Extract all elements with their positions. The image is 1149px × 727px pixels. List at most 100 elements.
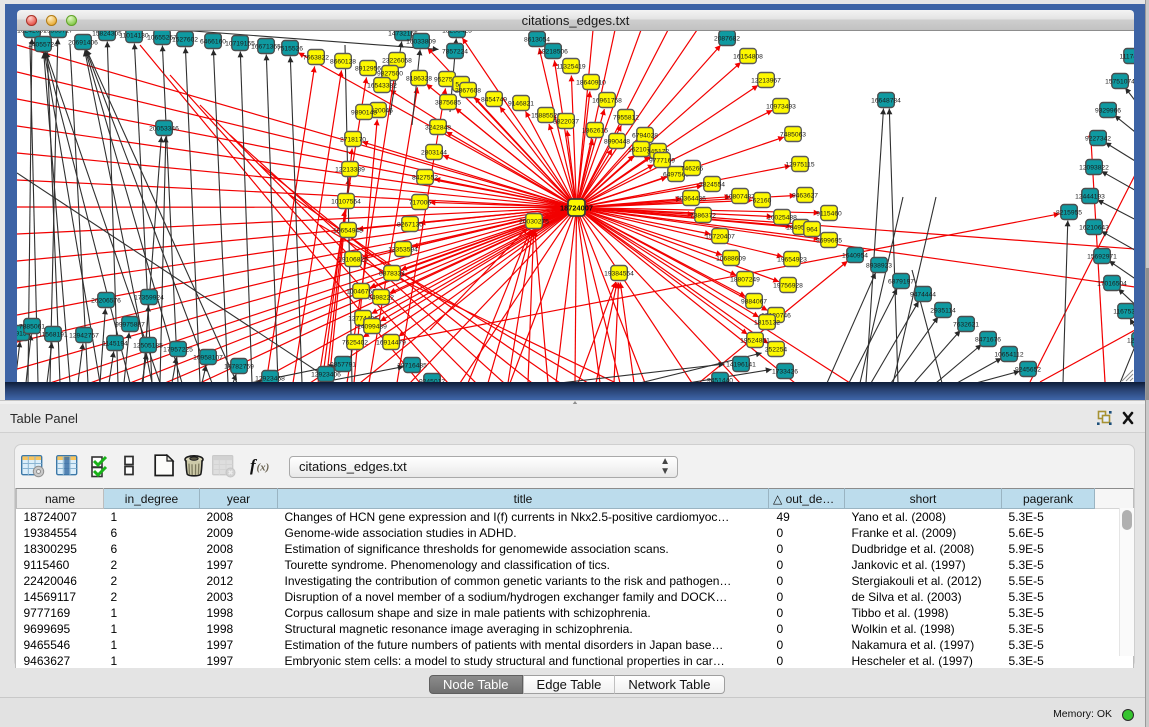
svg-text:1640954: 1640954	[842, 252, 868, 259]
svg-text:11014130: 11014130	[119, 32, 149, 39]
svg-text:17016504: 17016504	[1097, 280, 1127, 287]
svg-text:20053346: 20053346	[149, 125, 179, 132]
svg-text:12213967: 12213967	[751, 77, 781, 84]
svg-text:14099489: 14099489	[357, 323, 387, 330]
svg-text:9245652: 9245652	[1015, 366, 1041, 373]
svg-text:2087682: 2087682	[714, 35, 740, 42]
svg-text:1527602: 1527602	[172, 36, 198, 43]
svg-text:9245012: 9245012	[419, 378, 445, 382]
svg-text:1167533: 1167533	[1113, 308, 1134, 315]
svg-text:1117404: 1117404	[1119, 53, 1134, 60]
svg-text:7632621: 7632621	[953, 321, 979, 328]
svg-text:1292346: 1292346	[1127, 337, 1134, 344]
svg-text:19565717: 19565717	[43, 31, 73, 34]
svg-text:2867608: 2867608	[455, 87, 481, 94]
svg-text:20030275: 20030275	[519, 218, 549, 225]
svg-text:1145194: 1145194	[102, 340, 128, 347]
svg-text:252254: 252254	[765, 346, 788, 353]
svg-text:7885061: 7885061	[19, 323, 45, 330]
svg-text:20364436: 20364436	[676, 195, 706, 202]
svg-text:10688609: 10688609	[716, 255, 746, 262]
svg-text:9329966: 9329966	[1095, 107, 1121, 114]
svg-text:8215955: 8215955	[1056, 209, 1082, 216]
svg-text:1733426: 1733426	[772, 368, 798, 375]
svg-text:3498222: 3498222	[368, 294, 394, 301]
svg-text:18724007: 18724007	[560, 203, 593, 212]
svg-text:16961758: 16961758	[592, 97, 622, 104]
svg-text:16033809: 16033809	[406, 38, 436, 45]
svg-text:11325419: 11325419	[556, 63, 586, 70]
svg-text:9777169: 9777169	[649, 157, 675, 164]
svg-text:16914479: 16914479	[376, 339, 406, 346]
svg-text:19524851: 19524851	[740, 337, 770, 344]
svg-text:11568191: 11568191	[38, 331, 68, 338]
svg-text:18640910: 18640910	[576, 79, 606, 86]
svg-text:12923468: 12923468	[255, 375, 285, 382]
svg-text:17957225: 17957225	[163, 346, 193, 353]
svg-text:12353594: 12353594	[388, 246, 418, 253]
svg-text:3242848: 3242848	[425, 124, 451, 131]
svg-text:14196141: 14196141	[726, 361, 756, 368]
svg-text:16543382: 16543382	[367, 82, 397, 89]
svg-text:6466160: 6466160	[200, 38, 226, 45]
svg-text:9227342: 9227342	[1085, 135, 1111, 142]
svg-text:10973493: 10973493	[766, 103, 796, 110]
svg-text:8878334: 8878334	[379, 270, 405, 277]
svg-text:99975887: 99975887	[115, 321, 145, 328]
svg-text:1815132: 1815132	[754, 319, 780, 326]
svg-text:9463627: 9463627	[792, 192, 818, 199]
svg-text:16648784: 16648784	[871, 97, 901, 104]
svg-text:7663822: 7663822	[303, 54, 329, 61]
svg-text:3824554: 3824554	[699, 181, 725, 188]
svg-text:10958107: 10958107	[193, 354, 223, 361]
svg-text:3822037: 3822037	[553, 118, 579, 125]
svg-text:7857224: 7857224	[442, 48, 468, 55]
svg-text:7625402: 7625402	[342, 339, 368, 346]
svg-text:8938923: 8938923	[866, 262, 892, 269]
svg-text:16210643: 16210643	[1079, 224, 1109, 231]
svg-text:20206576: 20206576	[91, 297, 121, 304]
svg-text:15824305: 15824305	[92, 31, 122, 37]
svg-text:16154808: 16154808	[733, 53, 763, 60]
svg-text:15692971: 15692971	[1087, 253, 1117, 260]
svg-text:15751074: 15751074	[1105, 78, 1134, 85]
svg-text:18236425: 18236425	[442, 31, 472, 34]
svg-text:19756928: 19756928	[773, 282, 803, 289]
svg-text:9451440: 9451440	[707, 377, 733, 382]
svg-text:9474444: 9474444	[910, 291, 936, 298]
svg-text:12923406: 12923406	[311, 371, 341, 378]
svg-text:8267130: 8267130	[397, 221, 423, 228]
svg-text:19716485: 19716485	[397, 362, 427, 369]
svg-text:7515526: 7515526	[277, 45, 303, 52]
svg-text:7485063: 7485063	[780, 131, 806, 138]
svg-text:8454749: 8454749	[481, 96, 507, 103]
svg-text:8427552: 8427552	[412, 174, 438, 181]
svg-text:16782759: 16782759	[224, 363, 254, 370]
svg-text:9115460: 9115460	[816, 210, 842, 217]
svg-text:10107554: 10107554	[331, 198, 361, 205]
svg-text:19218506: 19218506	[538, 48, 568, 55]
svg-text:8186328: 8186328	[406, 75, 432, 82]
svg-text:9857791: 9857791	[330, 361, 356, 368]
svg-text:12942757: 12942757	[69, 332, 99, 339]
svg-text:2935114: 2935114	[930, 307, 956, 314]
svg-text:9827500: 9827500	[377, 70, 403, 77]
svg-text:18807249: 18807249	[730, 276, 760, 283]
svg-text:7386372: 7386372	[690, 212, 716, 219]
svg-text:9699695: 9699695	[816, 237, 842, 244]
svg-text:746266: 746266	[681, 165, 704, 172]
svg-text:12444193: 12444193	[1075, 193, 1105, 200]
svg-text:10654112: 10654112	[994, 351, 1024, 358]
svg-text:12213389: 12213389	[335, 166, 365, 173]
svg-text:10025488: 10025488	[767, 214, 797, 221]
svg-text:9890148: 9890148	[351, 109, 377, 116]
svg-text:10807487: 10807487	[725, 193, 755, 200]
svg-text:9146821: 9146821	[508, 100, 534, 107]
svg-text:7955812: 7955812	[613, 114, 639, 121]
svg-text:19384554: 19384554	[604, 270, 634, 277]
svg-text:717006: 717006	[409, 199, 432, 206]
svg-text:8613054: 8613054	[524, 36, 550, 43]
svg-text:(x): (x)	[257, 462, 270, 474]
svg-text:3875685: 3875685	[435, 99, 461, 106]
svg-text:6794028: 6794028	[632, 132, 658, 139]
